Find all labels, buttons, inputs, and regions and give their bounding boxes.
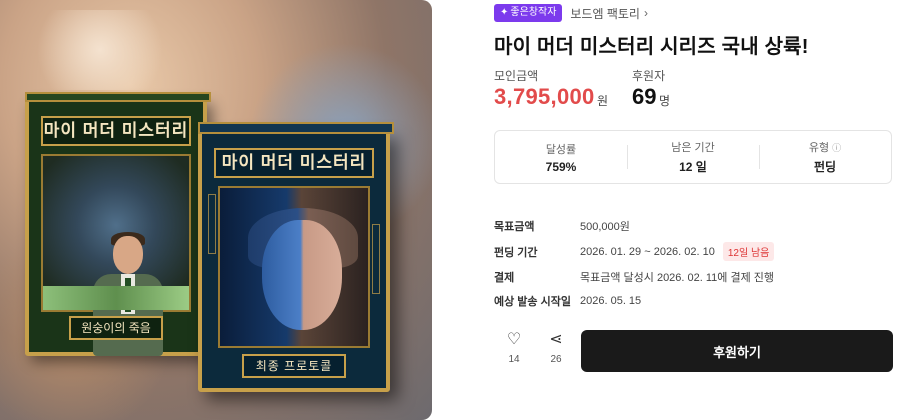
- action-bar: ♡ 14 ⋖ 26 후원하기: [494, 330, 894, 372]
- share-button[interactable]: ⋖ 26: [536, 330, 576, 365]
- sparkle-icon: ✦: [500, 7, 509, 18]
- circuit-line: [372, 224, 380, 294]
- badge-label: 좋은창작자: [510, 7, 557, 18]
- heart-icon: ♡: [506, 331, 522, 348]
- background-blur: [20, 10, 180, 90]
- goal-row: 목표금액 500,000원: [494, 218, 630, 234]
- box-top-edge: [25, 92, 211, 102]
- goal-label: 목표금액: [494, 221, 535, 233]
- share-count: 26: [550, 354, 562, 365]
- raised-unit: 원: [597, 94, 609, 108]
- share-icon: ⋖: [549, 331, 563, 348]
- period-label: 펀딩 기간: [494, 246, 538, 259]
- chevron-right-icon: ›: [643, 6, 648, 20]
- money-illustration: [43, 286, 189, 310]
- like-count: 14: [508, 354, 520, 365]
- achievement-label: 달성률: [545, 143, 577, 156]
- raised-amount: 3,795,000: [494, 84, 595, 109]
- project-type: 유형 ⓘ 펀딩: [759, 131, 891, 183]
- project-info-panel: ✦ 좋은창작자 보드엠 팩토리 › 마이 머더 미스터리 시리즈 국내 상륙! …: [494, 0, 894, 420]
- support-button[interactable]: 후원하기: [581, 330, 893, 372]
- box-subtitle: 원숭이의 죽음: [69, 316, 163, 340]
- circuit-line: [208, 194, 216, 254]
- woman-face-illustration: [262, 220, 342, 330]
- payment-value: 목표금액 달성시 2026. 02. 11에 결제 진행: [580, 272, 775, 284]
- product-image: 마이 머더 미스터리 원숭이의 죽음 마이 머더 미스터리 최종 프로토콜: [0, 0, 432, 420]
- funding-summary-box: 달성률 759% 남은 기간 12 일 유형 ⓘ 펀딩: [494, 130, 892, 184]
- info-icon[interactable]: ⓘ: [832, 141, 841, 154]
- shipping-row: 예상 발송 시작일 2026. 05. 15: [494, 293, 641, 309]
- backers-count: 69: [632, 84, 657, 109]
- period-row: 펀딩 기간 2026. 01. 29 ~ 2026. 02. 10 12일 남음: [494, 242, 775, 261]
- payment-label: 결제: [494, 272, 515, 284]
- remaining-value: 12 일: [679, 160, 707, 174]
- creator-row: ✦ 좋은창작자 보드엠 팩토리 ›: [494, 4, 648, 22]
- period-value: 2026. 01. 29 ~ 2026. 02. 10: [580, 245, 715, 258]
- creator-link[interactable]: 보드엠 팩토리 ›: [570, 5, 648, 22]
- remaining-period: 남은 기간 12 일: [627, 131, 759, 183]
- type-value: 펀딩: [813, 160, 837, 174]
- shipping-label: 예상 발송 시작일: [494, 296, 571, 308]
- game-box-final-protocol: 마이 머더 미스터리 최종 프로토콜: [198, 122, 394, 392]
- days-left-badge: 12일 남음: [722, 242, 775, 261]
- remaining-label: 남은 기간: [671, 142, 715, 154]
- box-subtitle: 최종 프로토콜: [242, 354, 346, 378]
- box-title: 마이 머더 미스터리: [41, 116, 191, 146]
- type-label: 유형: [808, 142, 830, 154]
- good-creator-badge: ✦ 좋은창작자: [494, 4, 563, 22]
- box-top-edge: [198, 122, 394, 134]
- goal-value: 500,000원: [580, 221, 630, 233]
- backers-label: 후원자: [632, 69, 666, 83]
- box-artwork: [218, 186, 370, 348]
- type-label-row: 유형 ⓘ: [809, 139, 841, 155]
- box-title: 마이 머더 미스터리: [214, 148, 374, 178]
- payment-row: 결제 목표금액 달성시 2026. 02. 11에 결제 진행: [494, 269, 774, 285]
- creator-name: 보드엠 팩토리: [570, 6, 640, 21]
- like-button[interactable]: ♡ 14: [494, 330, 534, 365]
- achievement-rate: 달성률 759%: [495, 131, 627, 183]
- shipping-value: 2026. 05. 15: [580, 295, 642, 307]
- achievement-value: 759%: [545, 159, 577, 174]
- project-title: 마이 머더 미스터리 시리즈 국내 상륙!: [494, 36, 809, 58]
- raised-label: 모인금액: [494, 69, 539, 83]
- game-box-death-of-monkey: 마이 머더 미스터리 원숭이의 죽음: [25, 92, 211, 356]
- backers-unit: 명: [659, 94, 671, 108]
